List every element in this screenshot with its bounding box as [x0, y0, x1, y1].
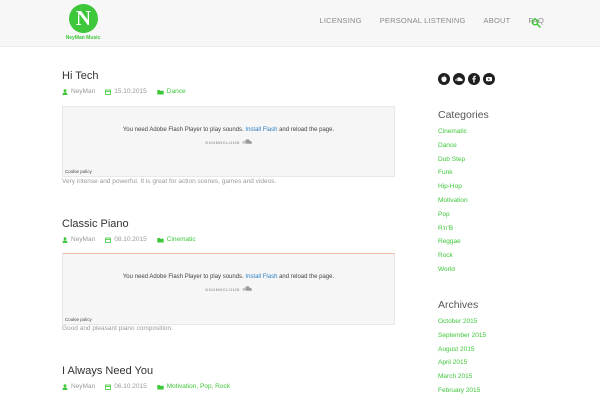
post-author[interactable]: NeyMan: [71, 236, 95, 243]
category-link-dub-step[interactable]: Dub Step: [438, 156, 465, 163]
flash-message: You need Adobe Flash Player to play soun…: [122, 127, 335, 133]
category-link-funk[interactable]: Funk: [438, 169, 452, 176]
apple-icon[interactable]: [438, 73, 450, 85]
search-icon[interactable]: [531, 18, 541, 28]
cookie-policy-link[interactable]: Cookie policy: [65, 169, 92, 174]
post-date: 15.10.2015: [114, 88, 147, 95]
post: Classic Piano NeyMan 08.10.2015 Cinemati…: [62, 218, 395, 332]
post-title[interactable]: Hi Tech: [62, 70, 395, 82]
flash-message: You need Adobe Flash Player to play soun…: [122, 274, 335, 280]
main-nav: LICENSING PERSONAL LISTENING ABOUT FAQ: [301, 16, 544, 25]
soundcloud-player[interactable]: You need Adobe Flash Player to play soun…: [62, 106, 395, 177]
social-links: [438, 73, 495, 85]
folder-icon: [157, 237, 164, 242]
youtube-icon[interactable]: [483, 73, 495, 85]
archive-link[interactable]: February 2015: [438, 387, 480, 394]
post: I Always Need You NeyMan 06.10.2015 Moti…: [62, 365, 395, 390]
site-header: N NeyMan Music LICENSING PERSONAL LISTEN…: [0, 0, 600, 47]
install-flash-link[interactable]: Install Flash: [245, 127, 277, 133]
category-link-motivation[interactable]: Motivation: [438, 197, 468, 204]
nav-item-about[interactable]: ABOUT: [484, 16, 511, 25]
post-meta: NeyMan 15.10.2015 Dance: [62, 88, 196, 95]
category-link-rnb[interactable]: R'n'B: [438, 225, 453, 232]
category-link-hip-hop[interactable]: Hip-Hop: [438, 183, 462, 190]
category-link-pop[interactable]: Pop: [438, 211, 450, 218]
post-title[interactable]: I Always Need You: [62, 365, 395, 377]
post-author[interactable]: NeyMan: [71, 383, 95, 390]
post-meta: NeyMan 08.10.2015 Cinematic: [62, 236, 206, 243]
cookie-policy-link[interactable]: Cookie policy: [65, 317, 92, 322]
post-title[interactable]: Classic Piano: [62, 218, 395, 230]
categories-heading: Categories: [438, 109, 489, 121]
post-date: 08.10.2015: [114, 236, 147, 243]
category-link-world[interactable]: World: [438, 266, 455, 273]
calendar-icon: [105, 384, 112, 390]
post-date: 06.10.2015: [114, 383, 147, 390]
archive-link[interactable]: August 2015: [438, 346, 475, 353]
logo-letter: N: [75, 6, 92, 30]
install-flash-link[interactable]: Install Flash: [245, 274, 277, 280]
category-link-cinematic[interactable]: Cinematic: [438, 128, 467, 135]
post: Hi Tech NeyMan 15.10.2015 Dance You need…: [62, 70, 395, 185]
folder-icon: [157, 384, 164, 389]
post-excerpt: Good and pleasant piano composition.: [62, 325, 173, 332]
user-icon: [62, 88, 68, 95]
soundcloud-logo: SOUNDCLOUD: [63, 139, 394, 145]
category-link-dance[interactable]: Dance: [438, 142, 457, 149]
soundcloud-logo: SOUNDCLOUD: [63, 286, 394, 292]
soundcloud-icon: [242, 286, 252, 291]
archives-heading: Archives: [438, 299, 479, 311]
post-categories[interactable]: Motivation, Pop, Rock: [167, 383, 230, 390]
logo-text: NeyMan Music: [65, 35, 101, 41]
archive-link[interactable]: September 2015: [438, 332, 486, 339]
site-logo[interactable]: N NeyMan Music: [62, 4, 104, 44]
post-excerpt: Very intense and powerful. It is great f…: [62, 178, 277, 185]
calendar-icon: [105, 237, 112, 243]
soundcloud-player[interactable]: You need Adobe Flash Player to play soun…: [62, 253, 395, 325]
archive-link[interactable]: October 2015: [438, 318, 477, 325]
archive-link[interactable]: April 2015: [438, 359, 467, 366]
user-icon: [62, 236, 68, 243]
post-categories[interactable]: Cinematic: [167, 236, 196, 243]
calendar-icon: [105, 89, 112, 95]
post-meta: NeyMan 06.10.2015 Motivation, Pop, Rock: [62, 383, 240, 390]
post-author[interactable]: NeyMan: [71, 88, 95, 95]
archive-link[interactable]: March 2015: [438, 373, 472, 380]
soundcloud-icon: [242, 139, 252, 144]
post-categories[interactable]: Dance: [167, 88, 186, 95]
folder-icon: [157, 89, 164, 94]
nav-item-licensing[interactable]: LICENSING: [319, 16, 361, 25]
user-icon: [62, 383, 68, 390]
category-link-rock[interactable]: Rock: [438, 252, 453, 259]
soundcloud-icon[interactable]: [453, 73, 465, 85]
nav-item-personal-listening[interactable]: PERSONAL LISTENING: [380, 16, 466, 25]
category-link-reggae[interactable]: Reggae: [438, 238, 461, 245]
facebook-icon[interactable]: [468, 73, 480, 85]
